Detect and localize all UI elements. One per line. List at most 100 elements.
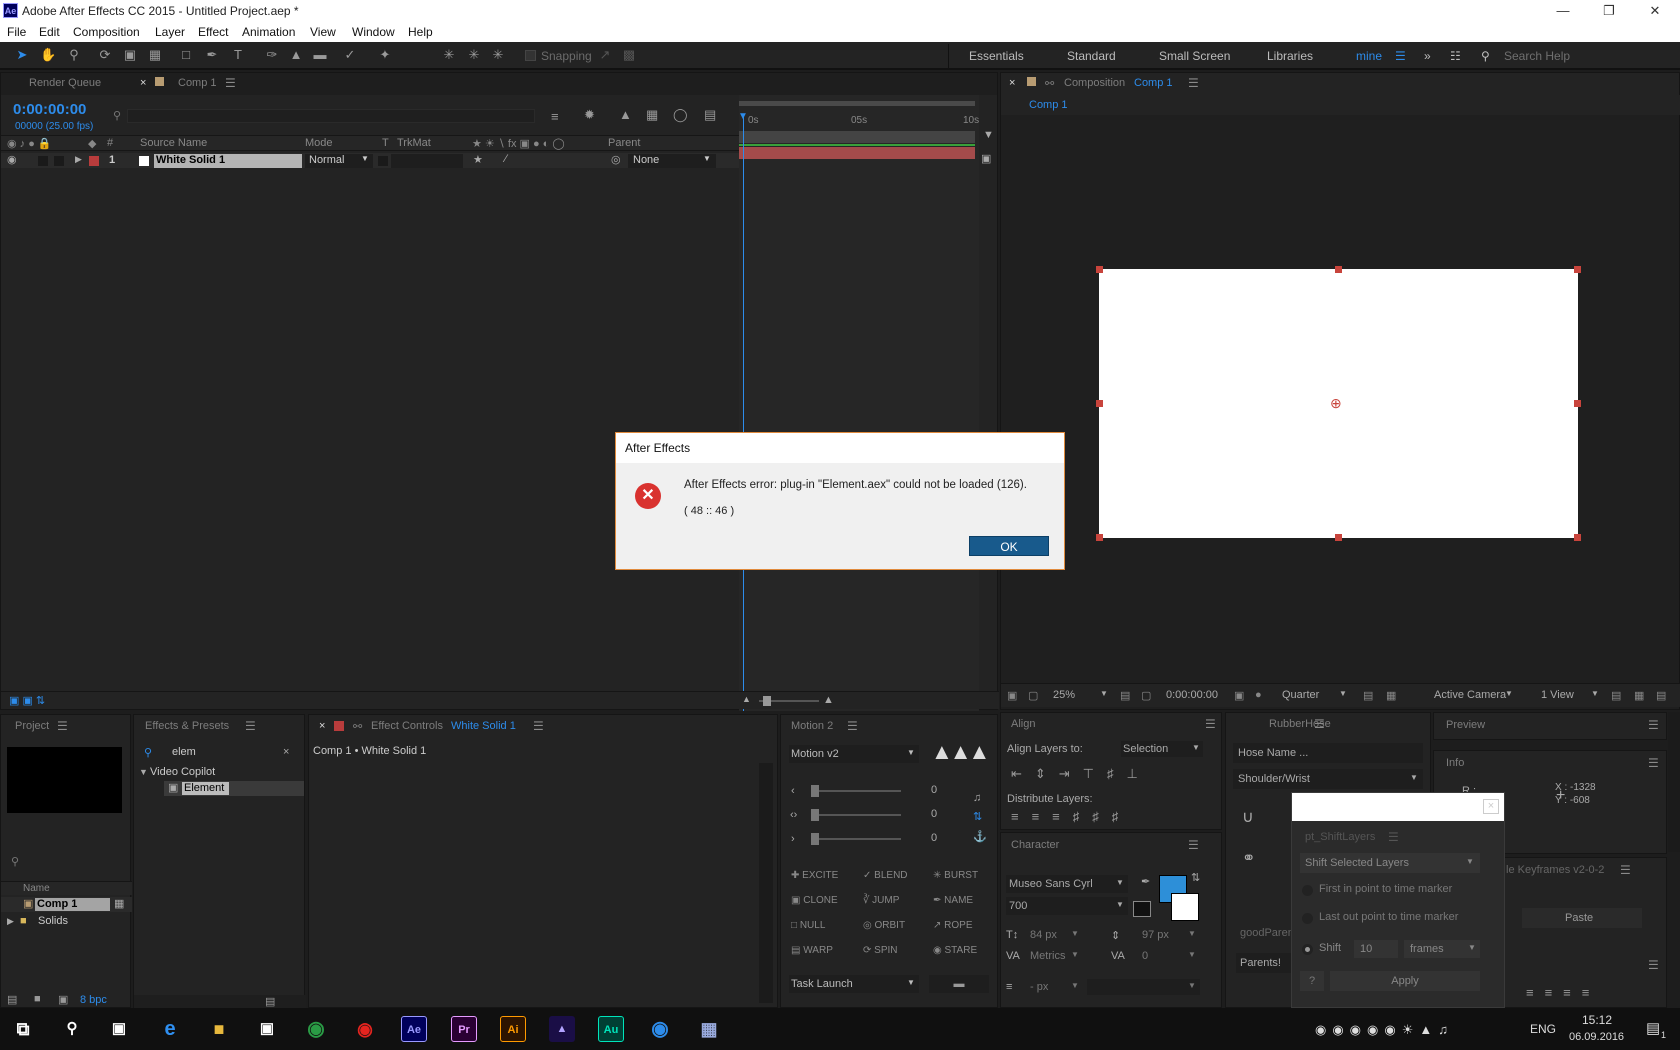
pan-behind-tool-icon[interactable]: ▦ (147, 47, 163, 63)
ease-both-slider[interactable] (811, 814, 901, 816)
brush-tool-icon[interactable]: ✑ (264, 47, 280, 63)
shift-unit-dropdown[interactable]: frames ▼ (1404, 940, 1480, 958)
workspace-essentials[interactable]: Essentials (969, 49, 1024, 63)
view-axis-icon[interactable]: ✳ (490, 47, 506, 63)
quality-switch-icon[interactable]: ∕ (505, 153, 507, 165)
menu-animation[interactable]: Animation (242, 25, 295, 39)
shy-switch-icon[interactable]: ★ (473, 153, 483, 166)
no-color-swatch[interactable] (1133, 901, 1151, 917)
scrollbar[interactable] (759, 763, 773, 1003)
stroke-style-dropdown[interactable]: ▼ (1087, 979, 1200, 995)
panel-menu-icon[interactable]: ☰ (1314, 717, 1325, 731)
clone-button[interactable]: ▣ CLONE (791, 895, 838, 906)
current-time-display[interactable]: 0:00:00:00 (13, 101, 86, 118)
zoom-in-icon[interactable]: ▲ (823, 694, 834, 706)
timeline-search-input[interactable] (127, 109, 535, 123)
anchor-point-icon[interactable]: ⊕ (1330, 395, 1342, 412)
composition-breadcrumb[interactable]: Comp 1 (1029, 99, 1068, 111)
hide-shy-layers-icon[interactable]: ▲ (619, 107, 632, 122)
media-encoder-icon[interactable]: ▲ (549, 1016, 575, 1042)
new-preset-icon[interactable]: ▤ (265, 995, 275, 1008)
interpret-footage-icon[interactable]: ▤ (7, 993, 17, 1006)
new-folder-icon[interactable]: ■ (34, 993, 41, 1005)
camera-tool-icon[interactable]: ▣ (122, 47, 138, 63)
ease-out-value[interactable]: 0 (931, 832, 937, 844)
view-layout-dropdown[interactable]: 1 View (1541, 689, 1574, 701)
stare-button[interactable]: ◉ STARE (933, 945, 977, 956)
blend-button[interactable]: ✓ BLEND (863, 870, 908, 881)
transform-handle[interactable] (1096, 400, 1103, 407)
tab-align[interactable]: Align (1011, 718, 1035, 730)
file-explorer-icon[interactable]: ■ (206, 1016, 232, 1042)
time-graph[interactable]: 0s 05s 10s ▼ (738, 95, 979, 711)
link-icon[interactable]: ⚭ (1242, 848, 1255, 868)
fast-previews-icon[interactable]: ▤ (1363, 689, 1373, 702)
effect-controls-tab-name[interactable]: White Solid 1 (451, 720, 516, 732)
snapshot-icon[interactable]: ▣ (1234, 689, 1244, 702)
panel-menu-icon[interactable]: ☰ (1648, 756, 1659, 770)
bit-depth-label[interactable]: 8 bpc (80, 994, 107, 1006)
more-workspaces-icon[interactable]: » (1424, 49, 1431, 63)
menu-layer[interactable]: Layer (155, 25, 185, 39)
work-area-bar[interactable] (739, 101, 975, 106)
tracking-value[interactable]: 0 (1142, 950, 1148, 962)
layer-label-swatch[interactable] (89, 156, 99, 166)
tab-project[interactable]: Project (15, 720, 49, 732)
orbit-button[interactable]: ◎ ORBIT (863, 920, 905, 931)
menu-window[interactable]: Window (352, 25, 395, 39)
zoom-tool-icon[interactable]: ⚲ (66, 47, 82, 63)
menu-help[interactable]: Help (408, 25, 433, 39)
project-item-comp[interactable]: ▣ Comp 1 ▦ (1, 897, 132, 912)
stroke-width-value[interactable]: - px (1030, 981, 1048, 993)
ease-in-value[interactable]: 0 (931, 784, 937, 796)
font-size-value[interactable]: 84 px (1030, 929, 1057, 941)
pick-whip-icon[interactable]: ◎ (611, 153, 621, 166)
tab-info[interactable]: Info (1446, 757, 1464, 769)
effect-item-element[interactable]: ▣ Element (164, 781, 304, 796)
flowchart-icon[interactable]: ▦ (114, 897, 124, 910)
premiere-taskbar-icon[interactable]: Pr (451, 1016, 477, 1042)
eyedropper-icon[interactable]: ✒ (1141, 875, 1150, 888)
panel-menu-icon[interactable]: ☰ (1188, 838, 1199, 852)
ease-both-value[interactable]: 0 (931, 808, 937, 820)
kerning-value[interactable]: Metrics (1030, 950, 1065, 962)
radio-last-out[interactable] (1302, 913, 1313, 924)
trash-icon[interactable]: ▬ (929, 975, 989, 993)
close-tab-icon[interactable]: × (319, 720, 325, 732)
ok-button[interactable]: OK (969, 536, 1049, 556)
composition-mini-flowchart-icon[interactable]: ≡ (551, 109, 559, 124)
align-buttons-icon[interactable]: ⇤⇕⇥⊤♯⊥ (1011, 766, 1151, 782)
tab-render-queue[interactable]: Render Queue (29, 77, 101, 89)
font-style-dropdown[interactable]: 700 ▼ (1006, 897, 1128, 915)
help-button[interactable]: ? (1300, 971, 1324, 991)
paragraph-align-icons[interactable]: ≡≡≡≡ (1526, 985, 1600, 1000)
magnet-icon[interactable]: ∪ (1242, 807, 1254, 827)
menu-view[interactable]: View (310, 25, 336, 39)
pixel-aspect-icon[interactable]: ▤ (1611, 689, 1621, 702)
anchor-icon[interactable]: ⚓ (973, 830, 987, 843)
panel-menu-icon[interactable]: ☰ (245, 719, 256, 733)
tab-shift-layers[interactable]: pt_ShiftLayers (1305, 831, 1375, 843)
store-icon[interactable]: ▣ (254, 1016, 280, 1042)
project-item-solids[interactable]: ▶ ■ Solids (1, 915, 132, 930)
flowchart-icon[interactable]: ▤ (1656, 689, 1666, 702)
workspace-menu-icon[interactable]: ☰ (1395, 49, 1406, 63)
playhead-icon[interactable]: ▼ (738, 111, 748, 122)
effects-search-input[interactable]: elem (172, 746, 196, 758)
pen-tool-icon[interactable]: ✒ (204, 47, 220, 63)
parent-dropdown[interactable]: None ▼ (628, 154, 716, 168)
parents-button[interactable]: Parents! (1240, 957, 1281, 969)
workspace-libraries[interactable]: Libraries (1267, 49, 1313, 63)
current-time-indicator[interactable] (743, 115, 744, 711)
workspace-mine[interactable]: mine (1356, 49, 1382, 63)
distribute-buttons-icon[interactable]: ≡≡≡♯♯♯ (1011, 809, 1131, 824)
grid-guides-icon[interactable]: ▤ (1120, 689, 1130, 702)
composition-tab-prefix[interactable]: Composition (1064, 77, 1125, 89)
snap-features-icon[interactable]: ▩ (621, 47, 637, 63)
composition-tab-name[interactable]: Comp 1 (1134, 77, 1173, 89)
hand-tool-icon[interactable]: ✋ (40, 47, 56, 63)
hose-preset-dropdown[interactable]: Shoulder/Wrist ▼ (1233, 769, 1423, 789)
transform-handle[interactable] (1574, 266, 1581, 273)
column-source-name[interactable]: Source Name (140, 137, 207, 149)
trkmat-dropdown[interactable] (391, 154, 463, 168)
